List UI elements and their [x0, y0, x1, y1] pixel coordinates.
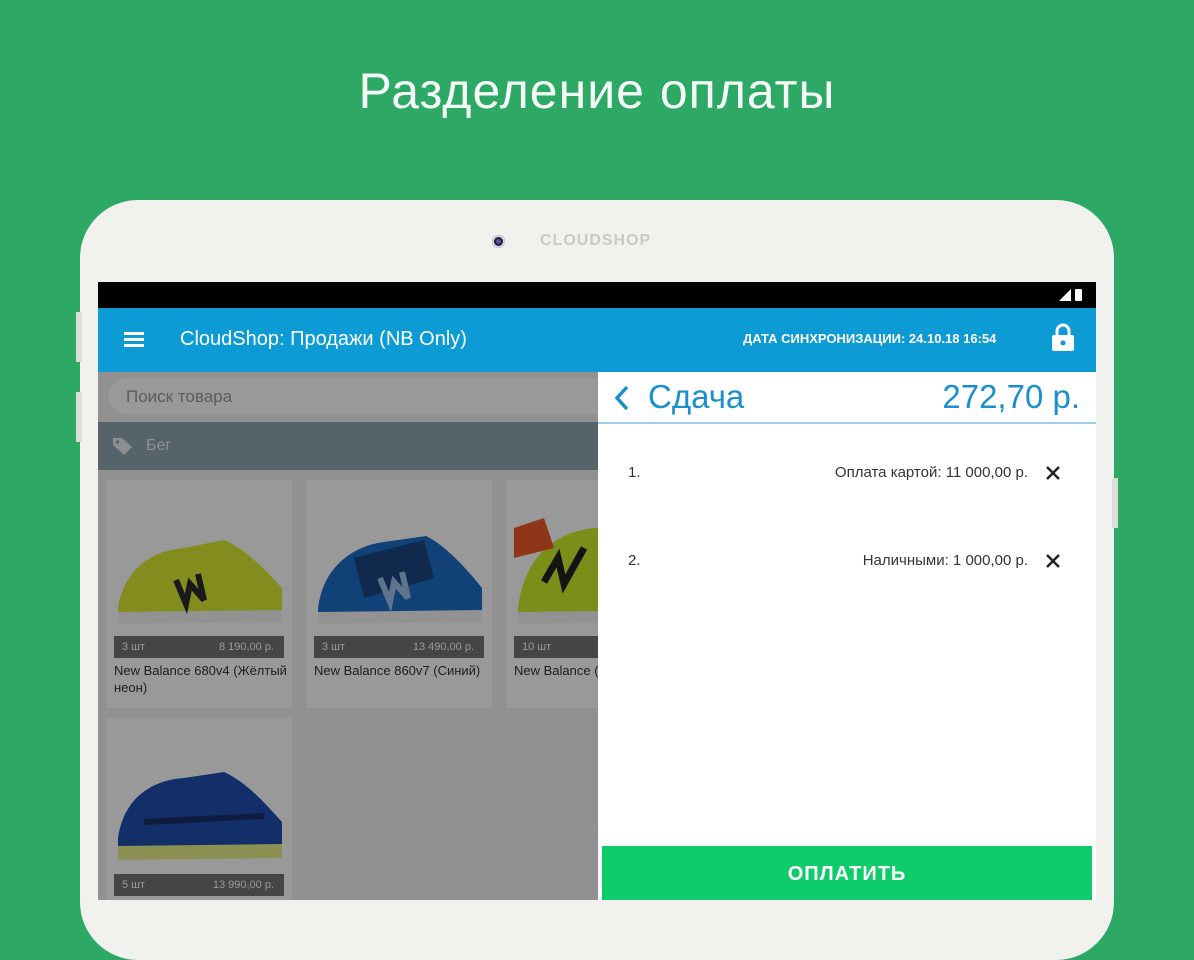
tablet-side-button-left-top [76, 312, 82, 362]
device-brand: CLOUDSHOP [540, 232, 652, 249]
payment-panel: Сдача 272,70 р. 1. Оплата картой: 11 000… [598, 372, 1096, 900]
payment-row: 1. Оплата картой: 11 000,00 р. [598, 454, 1096, 494]
close-icon[interactable] [1042, 462, 1064, 484]
sync-date: ДАТА СИНХРОНИЗАЦИИ: 24.10.18 16:54 [743, 331, 997, 346]
screen: CloudShop: Продажи (NB Only) ДАТА СИНХРО… [98, 282, 1096, 900]
battery-icon [1075, 289, 1082, 301]
status-bar [98, 282, 1096, 308]
close-icon[interactable] [1042, 550, 1064, 572]
payment-number: 2. [628, 552, 641, 569]
camera-icon [492, 235, 505, 248]
tablet-side-button-left-bottom [76, 392, 82, 442]
menu-icon[interactable] [124, 332, 144, 348]
app-title: CloudShop: Продажи (NB Only) [180, 328, 467, 350]
payment-text: Оплата картой: 11 000,00 р. [834, 464, 1028, 481]
payment-number: 1. [628, 464, 641, 481]
pay-button[interactable]: ОПЛАТИТЬ [602, 846, 1092, 900]
lock-icon[interactable] [1050, 322, 1076, 352]
change-amount: 272,70 р. [942, 378, 1080, 415]
tablet-side-button-right [1112, 478, 1118, 528]
signal-icon [1059, 289, 1071, 301]
panel-header: Сдача 272,70 р. [598, 372, 1096, 424]
status-icons [1059, 289, 1082, 301]
payment-row: 2. Наличными: 1 000,00 р. [598, 542, 1096, 582]
change-title: Сдача [648, 378, 745, 415]
dim-overlay[interactable] [98, 372, 598, 900]
payment-text: Наличными: 1 000,00 р. [862, 552, 1028, 569]
app-bar: CloudShop: Продажи (NB Only) ДАТА СИНХРО… [98, 308, 1096, 372]
back-chevron-icon[interactable] [614, 385, 630, 411]
promo-title: Разделение оплаты [358, 63, 836, 119]
